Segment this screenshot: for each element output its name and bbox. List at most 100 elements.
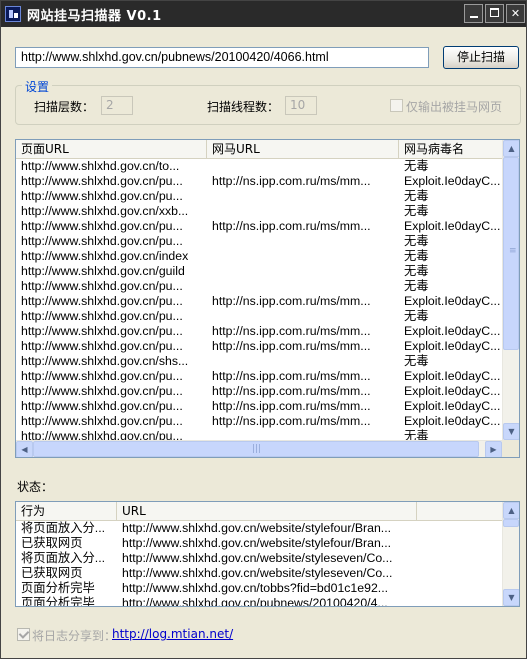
result-row[interactable]: http://www.shlxhd.gov.cn/pu... http://ns.… <box>16 369 502 384</box>
results-vertical-scrollbar[interactable]: ▲ ≡ ▼ <box>502 140 519 440</box>
minimize-button[interactable] <box>464 4 483 23</box>
row-trojan-url: http://ns.ipp.com.ru/ms/mm... <box>212 174 371 188</box>
row-trojan-url: http://ns.ipp.com.ru/ms/mm... <box>212 294 371 308</box>
row-virus-name: 无毒 <box>404 204 429 218</box>
row-page-url: http://www.shlxhd.gov.cn/pu... <box>21 189 183 203</box>
row-page-url: http://www.shlxhd.gov.cn/pu... <box>21 309 183 323</box>
row-trojan-url <box>207 309 399 324</box>
status-vertical-scrollbar[interactable]: ▲ ▼ <box>502 502 519 606</box>
result-row[interactable]: http://www.shlxhd.gov.cn/pu... http://ns.… <box>16 339 502 354</box>
result-row[interactable]: http://www.shlxhd.gov.cn/pu... http://ns.… <box>16 219 502 234</box>
result-row[interactable]: http://www.shlxhd.gov.cn/index 无毒 <box>16 249 502 264</box>
status-row[interactable]: 已获取网页 http://www.shlxhd.gov.cn/website/st… <box>16 566 502 581</box>
url-input[interactable]: http://www.shlxhd.gov.cn/pubnews/2010042… <box>15 47 429 68</box>
scan-depth-label: 扫描层数： <box>34 100 95 114</box>
result-row[interactable]: http://www.shlxhd.gov.cn/pu... 无毒 <box>16 309 502 324</box>
status-row[interactable]: 将页面放入分... http://www.shlxhd.gov.cn/websit… <box>16 551 502 566</box>
title-bar[interactable]: 网站挂马扫描器 V0.1 ✕ <box>1 1 526 27</box>
status-row[interactable]: 将页面放入分... http://www.shlxhd.gov.cn/websit… <box>16 521 502 536</box>
row-trojan-url <box>207 234 399 249</box>
row-virus-name: Exploit.Ie0dayC... <box>404 294 501 308</box>
row-page-url: http://www.shlxhd.gov.cn/to... <box>21 159 180 173</box>
row-virus-name: 无毒 <box>404 249 429 263</box>
results-list[interactable]: 页面URL 网马URL 网马病毒名 http://www.shlxhd.gov.… <box>15 139 520 458</box>
row-virus-name: Exploit.Ie0dayC... <box>404 384 501 398</box>
row-action: 将页面放入分... <box>21 521 106 535</box>
scanner-window: 网站挂马扫描器 V0.1 ✕ http://www.shlxhd.gov.cn/… <box>0 0 527 659</box>
status-row[interactable]: 已获取网页 http://www.shlxhd.gov.cn/website/st… <box>16 536 502 551</box>
status-scroll-up-button[interactable]: ▲ <box>503 502 519 519</box>
result-row[interactable]: http://www.shlxhd.gov.cn/pu... http://ns.… <box>16 399 502 414</box>
row-page-url: http://www.shlxhd.gov.cn/xxb... <box>21 204 189 218</box>
scroll-thumb[interactable]: ≡ <box>503 157 519 350</box>
column-virus-name[interactable]: 网马病毒名 <box>399 140 502 158</box>
result-row[interactable]: http://www.shlxhd.gov.cn/pu... http://ns.… <box>16 174 502 189</box>
stop-scan-button[interactable]: 停止扫描 <box>443 46 519 69</box>
status-list[interactable]: 行为 URL 将页面放入分... http://www.shlxhd.gov.cn… <box>15 501 520 607</box>
row-url: http://www.shlxhd.gov.cn/website/stylefo… <box>122 521 392 535</box>
row-virus-name: Exploit.Ie0dayC... <box>404 414 501 428</box>
results-horizontal-scrollbar[interactable]: ◀ ||| ▶ <box>16 440 502 457</box>
results-header: 页面URL 网马URL 网马病毒名 <box>16 140 502 159</box>
row-page-url: http://www.shlxhd.gov.cn/pu... <box>21 369 183 383</box>
close-button[interactable]: ✕ <box>506 4 525 23</box>
scroll-up-button[interactable]: ▲ <box>503 140 519 157</box>
h-scroll-thumb[interactable]: ||| <box>33 441 479 457</box>
row-page-url: http://www.shlxhd.gov.cn/shs... <box>21 354 189 368</box>
result-row[interactable]: http://www.shlxhd.gov.cn/pu... 无毒 <box>16 234 502 249</box>
result-row[interactable]: http://www.shlxhd.gov.cn/guild 无毒 <box>16 264 502 279</box>
share-log-link[interactable]: http://log.mtian.net/ <box>112 627 233 641</box>
scroll-right-button[interactable]: ▶ <box>485 441 502 457</box>
row-virus-name: 无毒 <box>404 234 429 248</box>
row-page-url: http://www.shlxhd.gov.cn/pu... <box>21 294 183 308</box>
column-url[interactable]: URL <box>117 502 417 520</box>
row-page-url: http://www.shlxhd.gov.cn/pu... <box>21 324 183 338</box>
result-row[interactable]: http://www.shlxhd.gov.cn/to... 无毒 <box>16 159 502 174</box>
row-page-url: http://www.shlxhd.gov.cn/guild <box>21 264 185 278</box>
column-action[interactable]: 行为 <box>16 502 117 520</box>
row-virus-name: 无毒 <box>404 264 429 278</box>
result-row[interactable]: http://www.shlxhd.gov.cn/pu... http://ns.… <box>16 384 502 399</box>
result-row[interactable]: http://www.shlxhd.gov.cn/xxb... 无毒 <box>16 204 502 219</box>
scrollbar-corner <box>502 440 519 457</box>
row-url: http://www.shlxhd.gov.cn/website/stylese… <box>122 551 393 565</box>
result-row[interactable]: http://www.shlxhd.gov.cn/pu... 无毒 <box>16 279 502 294</box>
row-page-url: http://www.shlxhd.gov.cn/pu... <box>21 339 183 353</box>
h-grip-icon: ||| <box>252 444 262 454</box>
row-page-url: http://www.shlxhd.gov.cn/pu... <box>21 399 183 413</box>
maximize-button[interactable] <box>485 4 504 23</box>
status-row[interactable]: 页面分析完毕 http://www.shlxhd.gov.cn/tobbs?fid… <box>16 581 502 596</box>
row-virus-name: Exploit.Ie0dayC... <box>404 219 501 233</box>
result-row[interactable]: http://www.shlxhd.gov.cn/pu... http://ns.… <box>16 414 502 429</box>
row-virus-name: Exploit.Ie0dayC... <box>404 399 501 413</box>
row-trojan-url: http://ns.ipp.com.ru/ms/mm... <box>212 399 371 413</box>
share-log-checkbox[interactable] <box>17 628 30 641</box>
result-row[interactable]: http://www.shlxhd.gov.cn/pu... 无毒 <box>16 189 502 204</box>
scan-depth-input[interactable]: 2 <box>101 96 133 115</box>
status-header: 行为 URL <box>16 502 502 521</box>
column-trojan-url[interactable]: 网马URL <box>207 140 399 158</box>
column-page-url[interactable]: 页面URL <box>16 140 207 158</box>
row-url: http://www.shlxhd.gov.cn/website/stylefo… <box>122 536 392 550</box>
only-infected-checkbox[interactable] <box>390 99 403 112</box>
row-trojan-url <box>207 249 399 264</box>
window-title: 网站挂马扫描器 V0.1 <box>27 9 162 24</box>
status-scroll-thumb[interactable] <box>503 519 519 527</box>
result-row[interactable]: http://www.shlxhd.gov.cn/shs... 无毒 <box>16 354 502 369</box>
row-page-url: http://www.shlxhd.gov.cn/pu... <box>21 219 183 233</box>
row-virus-name: 无毒 <box>404 189 429 203</box>
row-url: http://www.shlxhd.gov.cn/website/stylese… <box>122 566 393 580</box>
row-trojan-url: http://ns.ipp.com.ru/ms/mm... <box>212 324 371 338</box>
scroll-left-button[interactable]: ◀ <box>16 441 33 457</box>
result-row[interactable]: http://www.shlxhd.gov.cn/pu... http://ns.… <box>16 294 502 309</box>
row-page-url: http://www.shlxhd.gov.cn/pu... <box>21 279 183 293</box>
row-page-url: http://www.shlxhd.gov.cn/pu... <box>21 174 183 188</box>
scroll-down-button[interactable]: ▼ <box>503 423 519 440</box>
result-row[interactable]: http://www.shlxhd.gov.cn/pu... http://ns.… <box>16 324 502 339</box>
row-virus-name: Exploit.Ie0dayC... <box>404 174 501 188</box>
status-row[interactable]: 页面分析完毕 http://www.shlxhd.gov.cn/pubnews/2… <box>16 596 502 606</box>
row-trojan-url <box>207 264 399 279</box>
scan-threads-input[interactable]: 10 <box>285 96 317 115</box>
status-scroll-down-button[interactable]: ▼ <box>503 589 519 606</box>
row-action: 将页面放入分... <box>21 551 106 565</box>
